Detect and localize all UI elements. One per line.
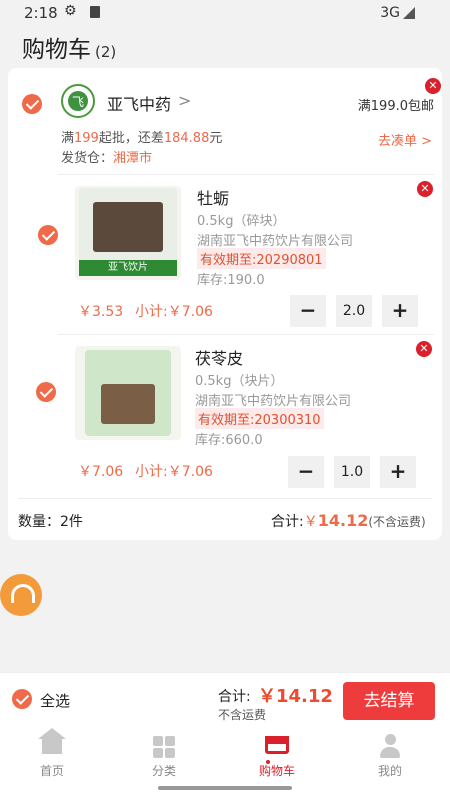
quantity-plus-button[interactable]: + bbox=[382, 295, 418, 327]
home-icon bbox=[38, 728, 66, 754]
cart-item-count: (2) bbox=[95, 43, 117, 61]
user-icon bbox=[380, 734, 400, 760]
cart-shop-card: 亚飞中药 > ✕ 满199.0包邮 满199起批，还差184.88元 去凑单 >… bbox=[8, 68, 442, 540]
status-time: 2:18 bbox=[24, 4, 58, 22]
tab-mine[interactable]: 我的 bbox=[350, 732, 430, 780]
product-company: 湖南亚飞中药饮片有限公司 bbox=[197, 234, 354, 249]
item-remove-icon[interactable]: ✕ bbox=[417, 181, 433, 197]
quantity-minus-button[interactable]: − bbox=[290, 295, 326, 327]
checkout-total-label: 合计: bbox=[218, 689, 251, 705]
product-price: ￥7.06 bbox=[78, 464, 124, 480]
tab-label: 购物车 bbox=[258, 764, 295, 778]
customer-service-icon[interactable] bbox=[0, 574, 42, 616]
checkout-bar: 全选 合计: ￥14.12 不含运费 去结算 bbox=[0, 672, 450, 728]
checkout-total-amount: ￥14.12 bbox=[258, 686, 333, 707]
no-freight-note: 不含运费 bbox=[218, 708, 267, 722]
tab-label: 首页 bbox=[39, 764, 64, 778]
product-name[interactable]: 茯苓皮 bbox=[195, 345, 243, 369]
select-all-checkbox[interactable] bbox=[12, 689, 32, 709]
tab-category[interactable]: 分类 bbox=[124, 732, 204, 780]
product-bag bbox=[85, 350, 171, 436]
shop-logo bbox=[61, 84, 95, 118]
item-checkbox[interactable] bbox=[38, 225, 58, 245]
shop-name[interactable]: 亚飞中药 bbox=[107, 91, 171, 115]
warehouse-info: 发货仓：湘潭市 bbox=[61, 151, 153, 166]
status-bar: 2:18 ⚙ 3G bbox=[0, 0, 450, 26]
product-spec: 0.5kg（块片） bbox=[195, 374, 284, 389]
page-title: 购物车 bbox=[22, 37, 91, 63]
category-icon bbox=[153, 736, 175, 758]
settings-gear-icon: ⚙ bbox=[64, 3, 77, 19]
quantity-input[interactable]: 1.0 bbox=[334, 456, 370, 488]
product-stock: 库存:190.0 bbox=[197, 273, 265, 288]
product-subtotal: 小计:￥7.06 bbox=[135, 464, 213, 480]
product-image[interactable]: 亚飞饮片 bbox=[75, 186, 181, 280]
tab-home[interactable]: 首页 bbox=[12, 728, 92, 780]
divider bbox=[58, 174, 434, 175]
product-spec: 0.5kg（碎块） bbox=[197, 214, 286, 229]
network-type: 3G bbox=[380, 5, 400, 21]
tab-label: 我的 bbox=[377, 764, 402, 778]
product-price: ￥3.53 bbox=[78, 304, 124, 320]
cart-icon bbox=[265, 736, 289, 764]
signal-icon bbox=[403, 7, 415, 19]
checkout-button[interactable]: 去结算 bbox=[343, 682, 435, 720]
product-company: 湖南亚飞中药饮片有限公司 bbox=[195, 394, 352, 409]
shop-remove-icon[interactable]: ✕ bbox=[425, 78, 441, 94]
home-indicator bbox=[158, 786, 292, 790]
summary-quantity: 数量：2件 bbox=[18, 514, 83, 530]
divider bbox=[18, 498, 432, 499]
sd-card-icon bbox=[90, 6, 100, 18]
product-stock: 库存:660.0 bbox=[195, 433, 263, 448]
item-checkbox[interactable] bbox=[36, 382, 56, 402]
product-content bbox=[93, 202, 163, 252]
divider bbox=[58, 334, 434, 335]
tab-label: 分类 bbox=[151, 764, 176, 778]
product-subtotal: 小计:￥7.06 bbox=[135, 304, 213, 320]
quantity-minus-button[interactable]: − bbox=[288, 456, 324, 488]
page-header: 购物车 (2) bbox=[22, 30, 116, 64]
quantity-plus-button[interactable]: + bbox=[380, 456, 416, 488]
chevron-right-icon[interactable]: > bbox=[178, 91, 191, 110]
tab-cart[interactable]: 购物车 bbox=[237, 732, 317, 780]
bag-brand-label: 亚飞饮片 bbox=[79, 260, 177, 276]
shop-checkbox[interactable] bbox=[22, 94, 42, 114]
product-name[interactable]: 牡蛎 bbox=[197, 185, 229, 209]
product-bag: 亚飞饮片 bbox=[79, 188, 177, 276]
product-expiry: 有效期至:20290801 bbox=[197, 248, 326, 269]
select-all-label[interactable]: 全选 bbox=[40, 690, 70, 711]
summary-total: 合计:￥14.12(不含运费) bbox=[271, 511, 426, 530]
min-order-text: 满199起批，还差184.88元 bbox=[61, 131, 223, 146]
free-shipping-threshold: 满199.0包邮 bbox=[357, 99, 434, 114]
product-content bbox=[101, 384, 155, 424]
product-expiry: 有效期至:20300310 bbox=[195, 408, 324, 429]
quantity-input[interactable]: 2.0 bbox=[336, 295, 372, 327]
add-more-link[interactable]: 去凑单 > bbox=[378, 130, 432, 149]
item-remove-icon[interactable]: ✕ bbox=[416, 341, 432, 357]
product-image[interactable] bbox=[75, 346, 181, 440]
